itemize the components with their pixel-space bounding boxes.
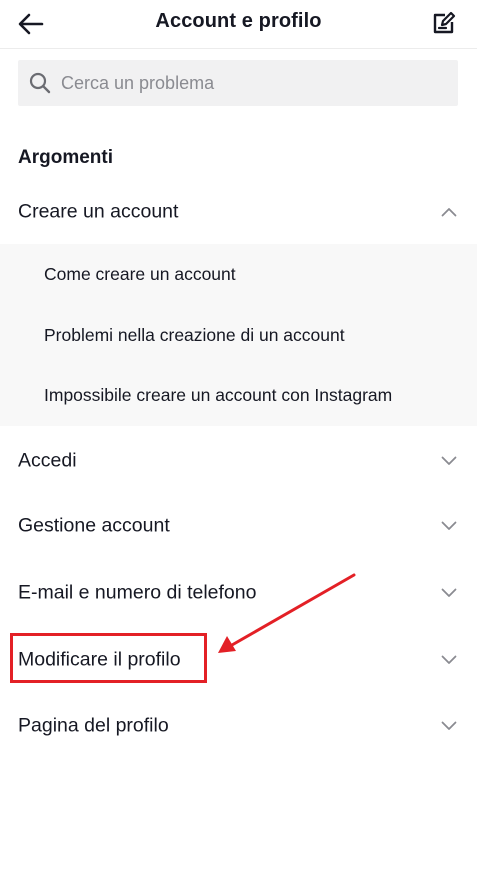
feedback-edit-icon — [433, 11, 456, 34]
subtopic-link[interactable]: Impossibile creare un account con Instag… — [44, 385, 392, 406]
search-input[interactable] — [61, 72, 441, 94]
chevron-down-icon — [441, 655, 457, 664]
subtopic-link[interactable]: Come creare un account — [44, 264, 236, 285]
topics-heading: Argomenti — [18, 147, 113, 168]
topic-subitems-panel: Come creare un account Problemi nella cr… — [0, 244, 477, 426]
subtopic-link[interactable]: Problemi nella creazione di un account — [44, 325, 345, 346]
topic-label: E-mail e numero di telefono — [18, 581, 257, 604]
feedback-button[interactable] — [429, 8, 459, 38]
topic-label: Accedi — [18, 449, 77, 472]
annotation-highlight-box — [10, 633, 207, 683]
topic-label: Creare un account — [18, 200, 179, 223]
chevron-down-icon — [441, 588, 457, 597]
chevron-down-icon — [441, 721, 457, 730]
topic-label: Gestione account — [18, 514, 170, 537]
page-title: Account e profilo — [155, 10, 322, 32]
topic-row-gestione-account[interactable]: Gestione account — [0, 498, 477, 554]
chevron-up-icon — [441, 208, 457, 217]
topic-row-creare-account[interactable]: Creare un account — [0, 184, 477, 240]
topic-label: Pagina del profilo — [18, 714, 169, 737]
search-icon — [29, 72, 51, 94]
topic-row-email-telefono[interactable]: E-mail e numero di telefono — [0, 565, 477, 621]
topic-row-pagina-profilo[interactable]: Pagina del profilo — [0, 698, 477, 754]
chevron-down-icon — [441, 456, 457, 465]
topic-row-accedi[interactable]: Accedi — [0, 433, 477, 489]
top-bar: Account e profilo — [0, 0, 477, 49]
chevron-down-icon — [441, 521, 457, 530]
search-bar[interactable] — [18, 60, 458, 106]
